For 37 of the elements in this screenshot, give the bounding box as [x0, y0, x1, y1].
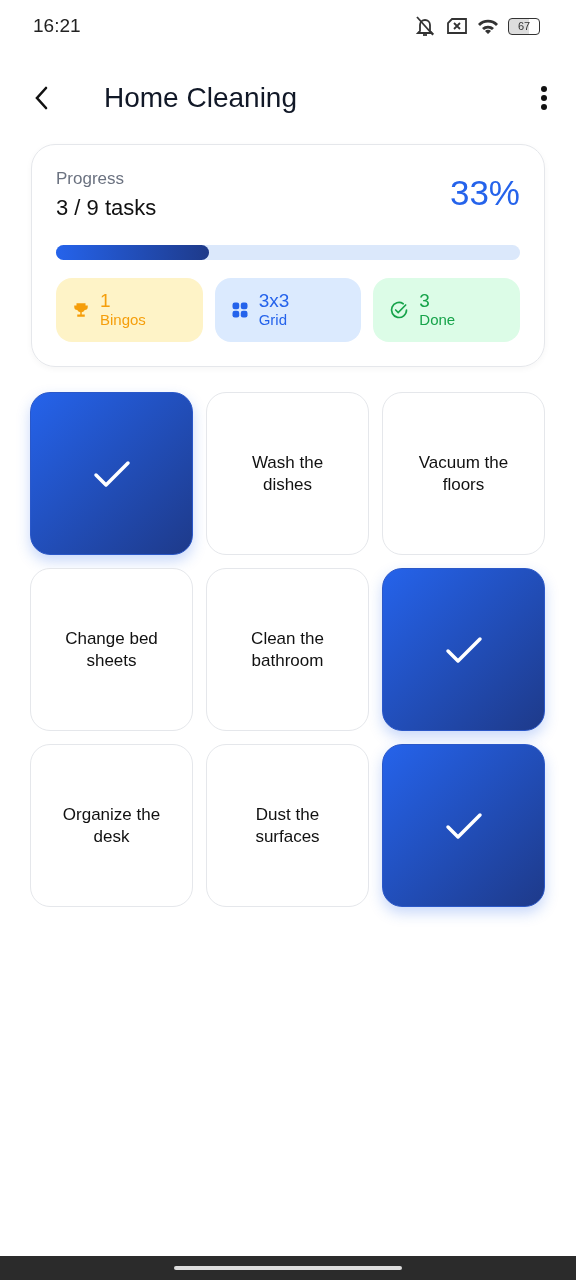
check-circle-icon: [389, 300, 410, 320]
page-title: Home Cleaning: [104, 82, 298, 114]
battery-icon: 67: [508, 17, 540, 35]
bell-off-icon: [413, 15, 437, 37]
task-count: 3 / 9 tasks: [56, 195, 157, 221]
stat-label: Grid: [258, 311, 288, 329]
trophy-icon: [72, 301, 90, 319]
bingo-tile[interactable]: Wash the dishes: [206, 392, 369, 555]
bingo-tile[interactable]: Organize the desk: [30, 744, 193, 907]
progress-label: Progress: [56, 169, 126, 189]
grid-icon: [230, 301, 249, 319]
tile-label: Wash the dishes: [250, 451, 325, 496]
check-icon: [444, 634, 483, 665]
stat-value: 3: [419, 291, 431, 311]
stat-value: 1: [100, 291, 112, 311]
bingo-tile[interactable]: [30, 392, 193, 555]
tile-label: Dust the surfaces: [254, 803, 321, 848]
bingo-tile[interactable]: Change bed sheets: [30, 568, 193, 731]
status-time: 16:21: [33, 15, 81, 37]
more-vertical-icon: [540, 85, 548, 111]
bingo-tile[interactable]: [382, 744, 545, 907]
sim-off-icon: [446, 17, 468, 35]
stat-label: Done: [419, 311, 456, 329]
tile-label: Clean the bathroom: [250, 627, 325, 672]
stat-value: 3x3: [258, 291, 290, 311]
tile-label: Vacuum the floors: [417, 451, 510, 496]
bingo-tile[interactable]: Dust the surfaces: [206, 744, 369, 907]
stat-label: Bingos: [100, 311, 146, 329]
tile-label: Change bed sheets: [64, 627, 159, 672]
bingo-tile[interactable]: Clean the bathroom: [206, 568, 369, 731]
wifi-icon: [477, 17, 499, 35]
check-icon: [92, 458, 131, 489]
bingo-tile[interactable]: [382, 568, 545, 731]
bingo-tile[interactable]: Vacuum the floors: [382, 392, 545, 555]
check-icon: [444, 810, 483, 841]
progress-percent: 33%: [449, 173, 520, 214]
tile-label: Organize the desk: [61, 803, 162, 848]
